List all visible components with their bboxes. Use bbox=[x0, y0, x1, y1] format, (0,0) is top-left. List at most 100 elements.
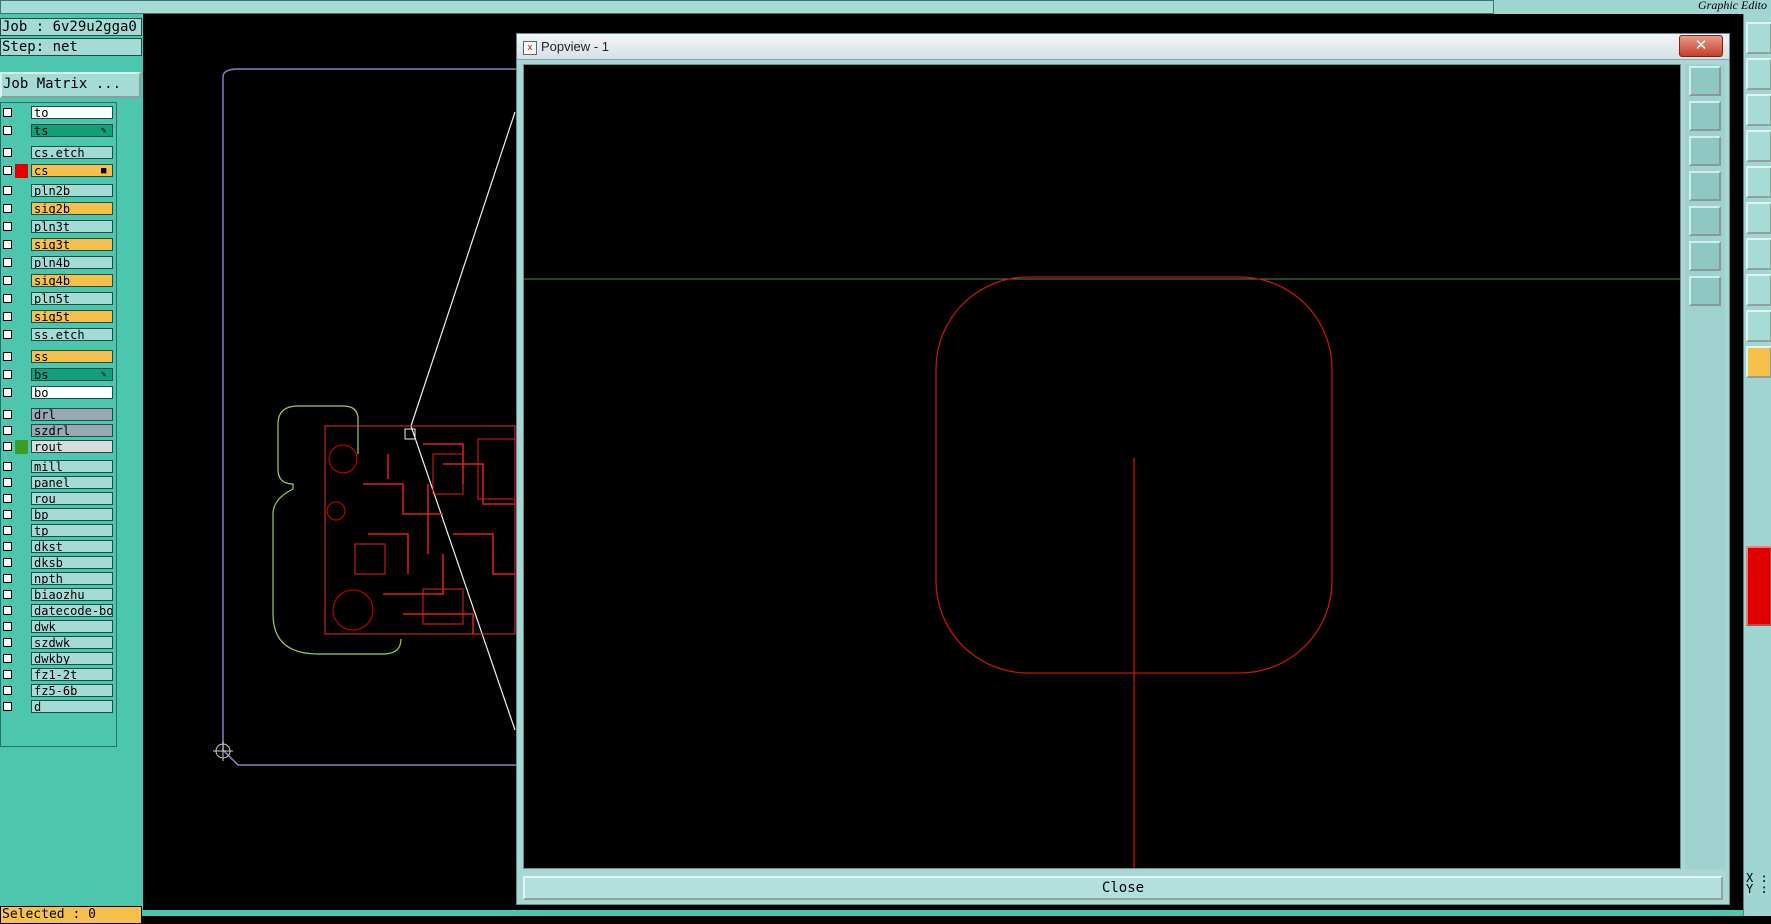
layer-row[interactable]: dkst bbox=[1, 539, 117, 555]
window-close-button[interactable]: ✕ bbox=[1679, 35, 1723, 57]
popview-titlebar[interactable]: x Popview - 1 ✕ bbox=[517, 34, 1729, 60]
layer-row[interactable]: ts ✎ bbox=[1, 123, 117, 139]
layer-row[interactable]: bo bbox=[1, 385, 117, 401]
layer-checkbox[interactable] bbox=[3, 686, 12, 695]
layer-row[interactable]: bs ✎ bbox=[1, 367, 117, 383]
layer-checkbox[interactable] bbox=[3, 222, 12, 231]
pan-left-icon[interactable] bbox=[1689, 171, 1721, 201]
net-icon[interactable] bbox=[1746, 202, 1771, 234]
layer-row[interactable]: pln4b bbox=[1, 255, 117, 271]
layer-row[interactable]: rout bbox=[1, 439, 117, 455]
layer-checkbox[interactable] bbox=[3, 542, 12, 551]
layer-row[interactable]: fz1-2t bbox=[1, 667, 117, 683]
layer-checkbox[interactable] bbox=[3, 126, 12, 135]
layer-row[interactable]: pln3t bbox=[1, 219, 117, 235]
layer-checkbox[interactable] bbox=[3, 294, 12, 303]
snap-icon[interactable] bbox=[1746, 274, 1771, 306]
pad-icon[interactable] bbox=[1746, 166, 1771, 198]
layer-checkbox[interactable] bbox=[3, 638, 12, 647]
pan-up-icon[interactable] bbox=[1689, 101, 1721, 131]
layer-row[interactable]: cs ■ bbox=[1, 163, 117, 179]
layer-name: rout bbox=[31, 440, 113, 453]
layer-checkbox[interactable] bbox=[3, 442, 12, 451]
pan-down-icon[interactable] bbox=[1689, 136, 1721, 166]
move-icon[interactable] bbox=[1746, 58, 1771, 90]
layer-checkbox[interactable] bbox=[3, 606, 12, 615]
layer-checkbox[interactable] bbox=[3, 426, 12, 435]
layer-row[interactable]: panel bbox=[1, 475, 117, 491]
align-icon[interactable] bbox=[1746, 94, 1771, 126]
layer-checkbox[interactable] bbox=[3, 148, 12, 157]
layer-checkbox[interactable] bbox=[3, 654, 12, 663]
layer-row[interactable]: sig5t bbox=[1, 309, 117, 325]
layer-row[interactable]: biaozhu bbox=[1, 587, 117, 603]
close-button[interactable]: Close bbox=[523, 876, 1723, 900]
layer-row[interactable]: tp bbox=[1, 523, 117, 539]
layer-checkbox[interactable] bbox=[3, 590, 12, 599]
layer-name: sig4b bbox=[31, 274, 113, 287]
layer-checkbox[interactable] bbox=[3, 352, 12, 361]
layer-row[interactable]: dwk bbox=[1, 619, 117, 635]
layer-row[interactable]: bp bbox=[1, 507, 117, 523]
layer-checkbox[interactable] bbox=[3, 276, 12, 285]
select-cursor-icon[interactable] bbox=[1746, 346, 1771, 378]
layer-checkbox[interactable] bbox=[3, 494, 12, 503]
layer-checkbox[interactable] bbox=[3, 388, 12, 397]
layer-checkbox[interactable] bbox=[3, 702, 12, 711]
layer-row[interactable]: fz5-6b bbox=[1, 683, 117, 699]
layer-name: d bbox=[31, 700, 113, 713]
copy-icon[interactable] bbox=[1746, 22, 1771, 54]
layer-checkbox[interactable] bbox=[3, 186, 12, 195]
layer-checkbox[interactable] bbox=[3, 370, 12, 379]
layer-row[interactable]: npth bbox=[1, 571, 117, 587]
popview-canvas[interactable] bbox=[523, 64, 1681, 869]
layer-row[interactable]: mill bbox=[1, 459, 117, 475]
layer-row[interactable]: to bbox=[1, 105, 117, 121]
layer-row[interactable]: dwkby bbox=[1, 651, 117, 667]
zoom-out-icon[interactable] bbox=[1689, 241, 1721, 271]
layer-name: fz1-2t bbox=[31, 668, 113, 681]
layer-checkbox[interactable] bbox=[3, 670, 12, 679]
layer-checkbox[interactable] bbox=[3, 108, 12, 117]
layer-row[interactable]: dksb bbox=[1, 555, 117, 571]
zoom-in-icon[interactable] bbox=[1689, 66, 1721, 96]
layer-row[interactable]: sig4b bbox=[1, 273, 117, 289]
layer-row[interactable]: sig2b bbox=[1, 201, 117, 217]
layer-name: biaozhu bbox=[31, 588, 113, 601]
zoom-line-top bbox=[410, 111, 516, 427]
layer-row[interactable]: rou bbox=[1, 491, 117, 507]
job-label: Job : 6v29u2gga0 bbox=[0, 18, 142, 36]
layer-row[interactable]: pln2b bbox=[1, 183, 117, 199]
job-matrix-button[interactable]: Job Matrix ... bbox=[0, 72, 141, 98]
layer-checkbox[interactable] bbox=[3, 240, 12, 249]
layer-name: cs ■ bbox=[31, 164, 113, 177]
layer-row[interactable]: d bbox=[1, 699, 117, 715]
layer-checkbox[interactable] bbox=[3, 558, 12, 567]
layer-row[interactable]: szdrl bbox=[1, 423, 117, 439]
layer-row[interactable]: pln5t bbox=[1, 291, 117, 307]
line-icon[interactable] bbox=[1746, 238, 1771, 270]
layer-checkbox[interactable] bbox=[3, 622, 12, 631]
layer-checkbox[interactable] bbox=[3, 526, 12, 535]
layer-row[interactable]: ss bbox=[1, 349, 117, 365]
layer-row[interactable]: ss.etch bbox=[1, 327, 117, 343]
layer-checkbox[interactable] bbox=[3, 478, 12, 487]
pan-right-icon[interactable] bbox=[1689, 206, 1721, 236]
layer-row[interactable]: sig3t bbox=[1, 237, 117, 253]
layer-row[interactable]: datecode-bo bbox=[1, 603, 117, 619]
layer-row[interactable]: cs.etch bbox=[1, 145, 117, 161]
layer-checkbox[interactable] bbox=[3, 510, 12, 519]
layer-checkbox[interactable] bbox=[3, 330, 12, 339]
layer-checkbox[interactable] bbox=[3, 410, 12, 419]
layer-row[interactable]: szdwk bbox=[1, 635, 117, 651]
layer-checkbox[interactable] bbox=[3, 166, 12, 175]
layer-row[interactable]: drl bbox=[1, 407, 117, 423]
layer-checkbox[interactable] bbox=[3, 258, 12, 267]
layer-checkbox[interactable] bbox=[3, 462, 12, 471]
layer-checkbox[interactable] bbox=[3, 574, 12, 583]
fit-view-icon[interactable] bbox=[1689, 276, 1721, 306]
layer-checkbox[interactable] bbox=[3, 312, 12, 321]
angle-icon[interactable] bbox=[1746, 310, 1771, 342]
measure-icon[interactable] bbox=[1746, 130, 1771, 162]
layer-checkbox[interactable] bbox=[3, 204, 12, 213]
